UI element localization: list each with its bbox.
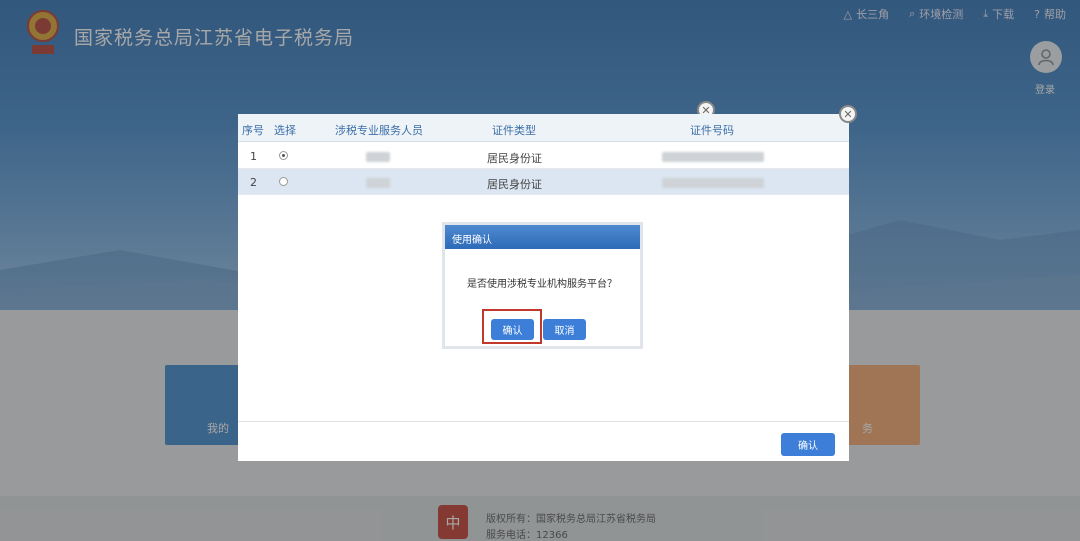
confirm-popup-message: 是否使用涉税专业机构服务平台？ <box>467 279 617 290</box>
id-number-redacted <box>662 152 764 162</box>
col-id-number: 证件号码 <box>690 124 734 137</box>
agent-name-redacted <box>366 178 390 188</box>
confirm-cancel-button[interactable]: 取消 <box>543 319 586 340</box>
row-index: 2 <box>250 176 257 189</box>
table-header: 序号 选择 涉税专业服务人员 证件类型 证件号码 <box>238 114 849 142</box>
confirm-popup-title: 使用确认 <box>445 225 640 249</box>
col-index: 序号 <box>242 124 264 137</box>
col-select: 选择 <box>274 124 296 137</box>
close-icon[interactable]: ✕ <box>839 105 857 123</box>
row-id-type: 居民身份证 <box>487 152 542 165</box>
dialog-divider <box>238 421 849 422</box>
highlight-box <box>482 309 542 344</box>
table-row[interactable]: 2 居民身份证 <box>238 169 849 195</box>
dialog-confirm-button[interactable]: 确认 <box>781 433 835 456</box>
id-number-redacted <box>662 178 764 188</box>
row-id-type: 居民身份证 <box>487 178 542 191</box>
table-row[interactable]: 1 居民身份证 <box>238 143 849 169</box>
col-id-type: 证件类型 <box>492 124 536 137</box>
row-radio[interactable] <box>279 151 288 160</box>
agent-name-redacted <box>366 152 390 162</box>
confirm-popup: 使用确认 是否使用涉税专业机构服务平台？ 确认 取消 <box>442 222 643 349</box>
col-agent: 涉税专业服务人员 <box>335 124 423 137</box>
row-radio[interactable] <box>279 177 288 186</box>
row-index: 1 <box>250 150 257 163</box>
